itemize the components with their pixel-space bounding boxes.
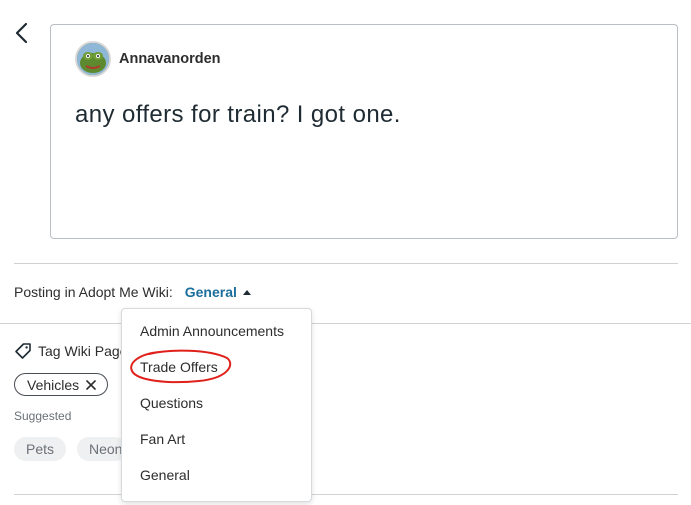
posting-prefix-label: Posting in Adopt Me Wiki: bbox=[14, 284, 173, 300]
post-body-text[interactable]: any offers for train? I got one. bbox=[75, 101, 401, 129]
suggested-label: Suggested bbox=[14, 409, 72, 423]
post-editor-page: Annavanorden any offers for train? I got… bbox=[0, 0, 691, 505]
frog-avatar-icon bbox=[77, 43, 109, 75]
chevron-left-icon bbox=[15, 22, 28, 44]
suggested-tag-neon[interactable]: Neon bbox=[77, 437, 127, 461]
tag-chip-vehicles: Vehicles bbox=[14, 373, 109, 396]
dropdown-item-trade-offers[interactable]: Trade Offers bbox=[140, 359, 218, 375]
author-name[interactable]: Annavanorden bbox=[119, 51, 221, 67]
suggested-tag-pets[interactable]: Pets bbox=[14, 437, 67, 461]
divider bbox=[14, 494, 678, 495]
post-preview-card[interactable]: Annavanorden any offers for train? I got… bbox=[50, 24, 678, 239]
category-dropdown-menu: Admin Announcements Trade Offers Questio… bbox=[121, 308, 312, 502]
tag-wiki-page-label: Tag Wiki Page bbox=[38, 343, 128, 359]
posting-location-row: Posting in Adopt Me Wiki: General bbox=[14, 284, 251, 300]
author-row: Annavanorden bbox=[75, 41, 221, 77]
tag-wiki-page-row[interactable]: Tag Wiki Page bbox=[14, 342, 127, 360]
divider bbox=[14, 263, 678, 264]
tag-icon bbox=[15, 343, 31, 359]
dropdown-item-general[interactable]: General bbox=[140, 467, 190, 483]
back-button[interactable] bbox=[12, 20, 34, 46]
caret-up-icon bbox=[242, 289, 251, 295]
tag-chip-label: Vehicles bbox=[27, 376, 80, 393]
category-selected-label: General bbox=[184, 284, 237, 300]
category-selector[interactable]: General bbox=[185, 284, 251, 300]
dropdown-item-questions[interactable]: Questions bbox=[140, 395, 203, 411]
avatar[interactable] bbox=[75, 41, 111, 77]
divider bbox=[0, 323, 691, 324]
close-icon[interactable] bbox=[85, 379, 97, 391]
dropdown-item-admin-announcements[interactable]: Admin Announcements bbox=[140, 323, 284, 339]
dropdown-item-fan-art[interactable]: Fan Art bbox=[140, 431, 185, 447]
